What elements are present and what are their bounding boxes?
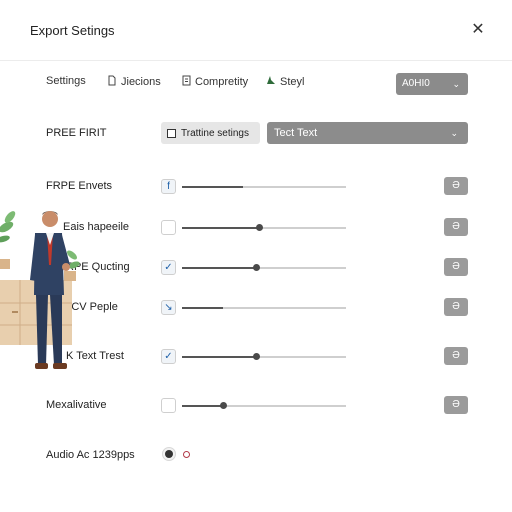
tab-steyl[interactable]: Steyl xyxy=(266,75,304,88)
setting-label: Mexalivative xyxy=(46,399,107,411)
close-icon[interactable]: ✕ xyxy=(469,21,487,39)
tab-label: Steyl xyxy=(280,75,305,88)
tab-jiecions[interactable]: Jiecions xyxy=(107,75,161,89)
tab-bar: Settings Jiecions Compretity Steyl A0HI0… xyxy=(0,70,512,98)
slider-fill xyxy=(182,186,243,188)
row-action-button[interactable]: Ə xyxy=(444,177,468,195)
preset-label: PREE FIRIT xyxy=(46,127,107,139)
setting-slider[interactable] xyxy=(182,186,346,188)
slider-knob[interactable] xyxy=(220,402,227,409)
tab-label: Jiecions xyxy=(121,76,161,88)
setting-checkbox[interactable]: ✓ xyxy=(161,260,176,275)
tab-label: Settings xyxy=(46,75,86,87)
row-action-button[interactable]: Ə xyxy=(444,347,468,365)
tab-label: Compretity xyxy=(195,76,249,88)
slider-fill xyxy=(182,307,223,309)
row-action-button[interactable]: Ə xyxy=(444,298,468,316)
setting-checkbox[interactable]: ✓ xyxy=(161,349,176,364)
audio-label: Audio Ac 1239pps xyxy=(46,449,135,461)
setting-slider[interactable] xyxy=(182,307,346,309)
setting-checkbox[interactable]: f xyxy=(161,179,176,194)
file-icon xyxy=(182,75,191,89)
tab-settings[interactable]: Settings xyxy=(46,75,86,87)
preset-select-value: Tect Text xyxy=(274,127,318,139)
setting-checkbox[interactable] xyxy=(161,220,176,235)
slider-fill xyxy=(182,356,256,358)
radio-dot xyxy=(165,450,173,458)
setting-checkbox[interactable]: ↘ xyxy=(161,300,176,315)
dialog-title: Export Setings xyxy=(30,23,115,38)
slider-knob[interactable] xyxy=(252,353,260,360)
chevron-down-icon: ⌄ xyxy=(452,79,460,89)
slider-fill xyxy=(182,227,260,229)
setting-slider[interactable] xyxy=(182,402,346,409)
checkbox-icon xyxy=(167,128,176,138)
setting-row: Mexalivative Ə xyxy=(0,394,512,418)
plant-icon xyxy=(0,211,16,269)
style-icon xyxy=(266,75,276,88)
setting-slider[interactable] xyxy=(182,264,346,271)
slider-knob[interactable] xyxy=(252,264,260,271)
setting-label: FRPE Envets xyxy=(46,180,113,192)
slider-knob[interactable] xyxy=(256,224,264,231)
format-select[interactable]: A0HI0 ⌄ xyxy=(396,73,468,95)
slider-fill xyxy=(182,405,223,407)
row-action-button[interactable]: Ə xyxy=(444,258,468,276)
document-icon xyxy=(107,75,117,89)
audio-radio-selected[interactable] xyxy=(162,447,176,461)
export-settings-dialog: Export Setings ✕ Settings Jiecions Compr… xyxy=(0,0,512,512)
setting-row: FRPE Envets f Ə xyxy=(0,175,512,199)
tab-compretity[interactable]: Compretity xyxy=(182,75,248,89)
row-action-button[interactable]: Ə xyxy=(444,396,468,414)
setting-checkbox[interactable] xyxy=(161,398,176,413)
preset-toggle-button[interactable]: Trattine setings xyxy=(161,122,260,144)
preset-select[interactable]: Tect Text ⌄ xyxy=(267,122,468,144)
setting-slider[interactable] xyxy=(182,353,346,360)
chevron-down-icon: ⌄ xyxy=(450,128,458,138)
preset-button-label: Trattine setings xyxy=(181,127,249,139)
audio-radio-unselected[interactable] xyxy=(183,451,190,458)
setting-slider[interactable] xyxy=(182,224,346,231)
title-bar: Export Setings ✕ xyxy=(0,0,512,61)
slider-fill xyxy=(182,267,256,269)
businessman-illustration xyxy=(0,211,80,369)
format-select-value: A0HI0 xyxy=(402,78,430,89)
row-action-button[interactable]: Ə xyxy=(444,218,468,236)
